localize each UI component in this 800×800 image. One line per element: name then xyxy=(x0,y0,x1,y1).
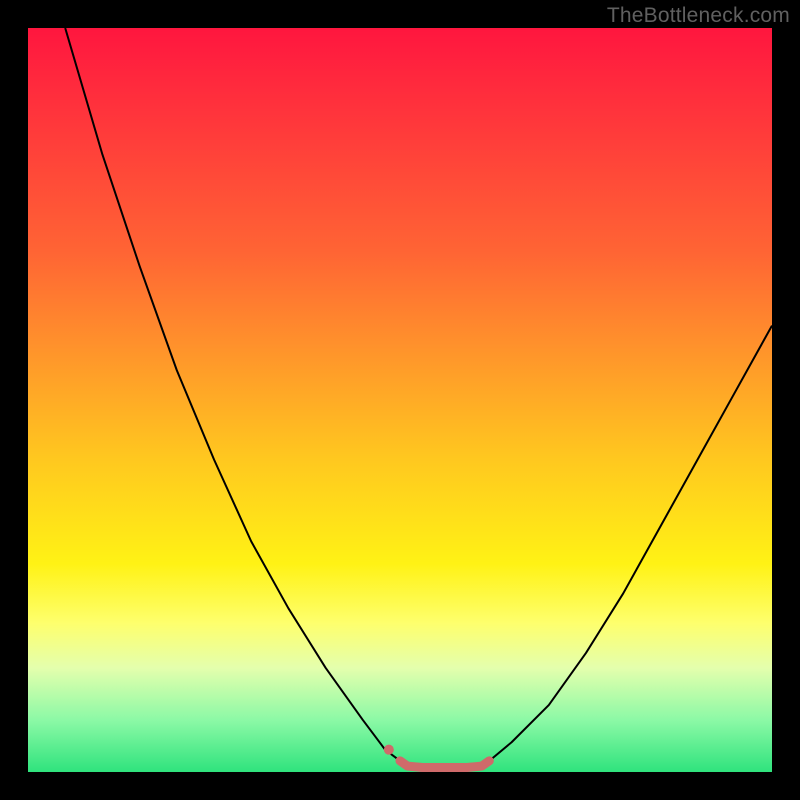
watermark-text: TheBottleneck.com xyxy=(607,4,790,28)
series-path-right-curve xyxy=(489,326,772,761)
series-path-left-curve xyxy=(65,28,400,761)
series-marker-left-dot xyxy=(384,745,394,755)
chart-frame: TheBottleneck.com xyxy=(0,0,800,800)
plot-area xyxy=(28,28,772,772)
curves-svg xyxy=(28,28,772,772)
series-path-bottom-flat xyxy=(400,761,489,768)
